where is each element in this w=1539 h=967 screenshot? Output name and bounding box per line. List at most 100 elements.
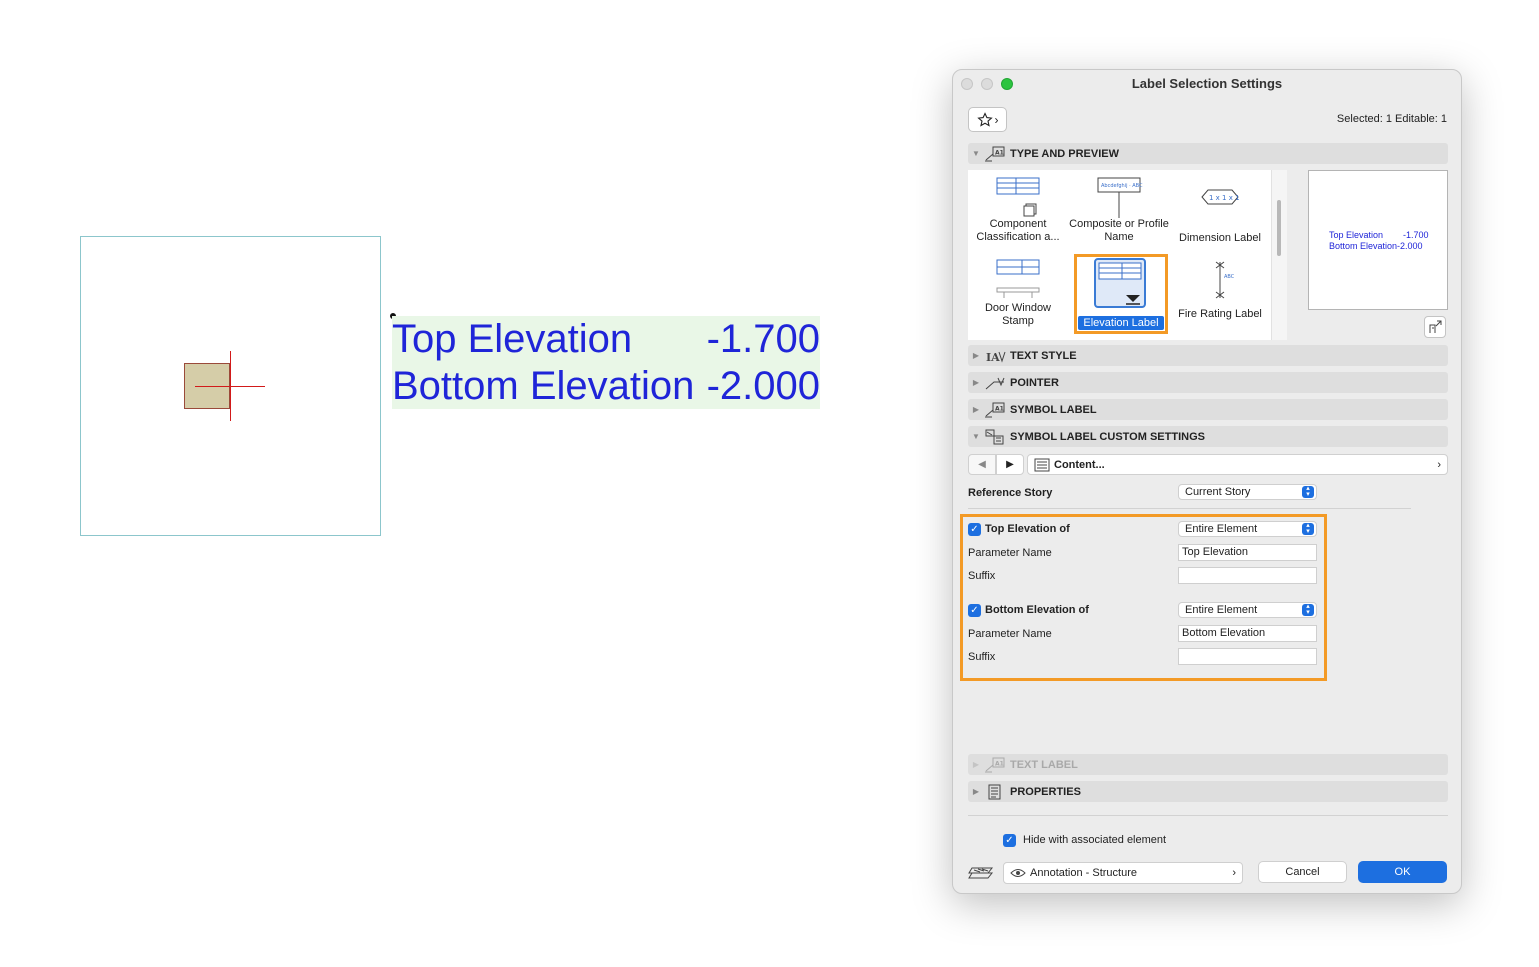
- disclosure-closed-icon: ▶: [972, 351, 980, 360]
- disclosure-open-icon: ▼: [972, 149, 980, 158]
- section-title: POINTER: [1010, 376, 1059, 389]
- top-parameter-name-input[interactable]: Top Elevation: [1178, 544, 1317, 561]
- top-elevation-checkbox[interactable]: ✓: [968, 523, 981, 536]
- svg-text:1 x 1 x 1: 1 x 1 x 1: [1209, 194, 1240, 202]
- crosshair-vertical-overlay: [230, 351, 231, 421]
- preview-options-button[interactable]: [1424, 316, 1446, 338]
- list-icon: [1034, 458, 1050, 471]
- preview-row: Bottom Elevation -2.000: [1329, 241, 1429, 252]
- popup-arrows-icon: ▴ ▾: [1302, 603, 1314, 616]
- top-elevation-scope-select[interactable]: Entire Element ▴ ▾: [1178, 521, 1317, 537]
- preview-row: Top Elevation -1.700: [1329, 230, 1429, 241]
- properties-icon: [988, 784, 1001, 799]
- plan-element-frame[interactable]: [80, 236, 381, 536]
- label-type-icon: A1: [985, 146, 1005, 161]
- svg-text:A1: A1: [995, 760, 1004, 767]
- section-pointer[interactable]: ▶ POINTER: [968, 372, 1448, 393]
- preview-row-name: Top Elevation: [1329, 230, 1384, 240]
- layer-select[interactable]: Annotation - Structure ›: [1003, 862, 1243, 884]
- dialog-titlebar[interactable]: Label Selection Settings: [953, 70, 1461, 98]
- label-selection-settings-dialog: Label Selection Settings › Selected: 1 E…: [952, 69, 1462, 894]
- disclosure-closed-icon: ▶: [972, 760, 980, 769]
- svg-text:A1: A1: [995, 149, 1004, 156]
- layer-icon: [968, 867, 994, 879]
- gallery-scrollbar[interactable]: [1277, 200, 1281, 256]
- divider: [968, 508, 1411, 509]
- disclosure-closed-icon: ▶: [972, 378, 980, 387]
- label-row-name: Top Elevation: [392, 317, 633, 361]
- dialog-title: Label Selection Settings: [1131, 76, 1283, 91]
- chevron-right-icon: ›: [1232, 867, 1236, 879]
- favorites-button[interactable]: ›: [968, 107, 1007, 132]
- checkmark-icon: ✓: [970, 524, 979, 535]
- pointer-icon: [985, 377, 1005, 389]
- bottom-suffix-label: Suffix: [968, 651, 996, 663]
- content-page-select[interactable]: Content... ›: [1027, 454, 1448, 475]
- top-parameter-name-label: Parameter Name: [968, 547, 1052, 559]
- elevation-label-thumbnail: [1098, 262, 1142, 305]
- elevation-label-on-canvas[interactable]: Top Elevation -1.700 Bottom Elevation -2…: [392, 316, 820, 409]
- section-title: SYMBOL LABEL: [1010, 403, 1097, 416]
- reference-story-value: Current Story: [1185, 486, 1251, 498]
- svg-text:Abcdefghij · ABC: Abcdefghij · ABC: [1101, 183, 1143, 189]
- type-dimension-label[interactable]: 1 x 1 x 1 Dimension Label: [1170, 176, 1270, 245]
- bottom-elevation-scope-select[interactable]: Entire Element ▴ ▾: [1178, 602, 1317, 618]
- popup-arrows-icon: ▴ ▾: [1302, 485, 1314, 498]
- bottom-elevation-label: Bottom Elevation of: [985, 604, 1089, 616]
- section-title: TEXT STYLE: [1010, 349, 1077, 362]
- ok-button[interactable]: OK: [1358, 861, 1447, 883]
- type-label: Door Window Stamp: [984, 302, 1052, 327]
- cancel-button[interactable]: Cancel: [1258, 861, 1347, 883]
- top-elevation-scope-value: Entire Element: [1185, 523, 1258, 535]
- section-type-and-preview[interactable]: ▼ A1 TYPE AND PREVIEW: [968, 143, 1448, 164]
- star-icon: [976, 111, 993, 127]
- section-title: SYMBOL LABEL CUSTOM SETTINGS: [1010, 430, 1205, 443]
- bottom-suffix-input[interactable]: [1178, 648, 1317, 665]
- type-label: Composite or Profile Name: [1069, 218, 1169, 243]
- eye-icon: [1010, 869, 1026, 877]
- type-label-selected[interactable]: Elevation Label: [1078, 316, 1164, 330]
- divider: [968, 815, 1448, 816]
- fire-rating-thumbnail: ABC: [1215, 261, 1235, 299]
- custom-settings-icon: [985, 429, 1004, 444]
- triangle-right-icon: ▶: [1006, 459, 1014, 470]
- type-composite-or-profile-name[interactable]: Abcdefghij · ABC Composite or Profile Na…: [1069, 176, 1169, 244]
- svg-text:ABC: ABC: [1224, 274, 1235, 280]
- section-text-style[interactable]: ▶ IA TEXT STYLE: [968, 345, 1448, 366]
- next-page-button[interactable]: ▶: [996, 454, 1024, 475]
- reference-story-label: Reference Story: [968, 487, 1053, 499]
- section-title: TEXT LABEL: [1010, 758, 1078, 771]
- preview-row-name: Bottom Elevation: [1329, 241, 1398, 251]
- chevron-right-icon: ›: [994, 112, 999, 127]
- section-properties[interactable]: ▶ PROPERTIES: [968, 781, 1448, 802]
- type-label: Component Classification a...: [976, 218, 1060, 243]
- layer-value: Annotation - Structure: [1030, 867, 1138, 879]
- hide-with-element-checkbox[interactable]: ✓: [1003, 834, 1016, 847]
- bottom-parameter-name-input[interactable]: Bottom Elevation: [1178, 625, 1317, 642]
- section-symbol-label[interactable]: ▶ A1 SYMBOL LABEL: [968, 399, 1448, 420]
- label-row-name: Bottom Elevation: [392, 364, 695, 408]
- triangle-left-icon: ◀: [978, 459, 986, 470]
- type-component-classification[interactable]: Component Classification a...: [968, 176, 1068, 244]
- type-fire-rating-label[interactable]: ABC Fire Rating Label: [1170, 258, 1270, 321]
- bottom-elevation-checkbox[interactable]: ✓: [968, 604, 981, 617]
- label-row-value: -1.700: [706, 317, 820, 361]
- type-door-window-stamp[interactable]: Door Window Stamp: [968, 258, 1068, 328]
- reference-story-select[interactable]: Current Story ▴ ▾: [1178, 484, 1317, 500]
- type-elevation-label[interactable]: [1094, 258, 1146, 308]
- type-label: Dimension Label: [1179, 232, 1261, 244]
- text-label-icon: A1: [985, 757, 1005, 772]
- section-title: PROPERTIES: [1010, 785, 1081, 798]
- preview-row-value: -1.700: [1403, 230, 1429, 240]
- preview-row-value: -2.000: [1397, 241, 1423, 251]
- label-preview: Top Elevation -1.700 Bottom Elevation -2…: [1308, 170, 1448, 310]
- preview-options-icon: [1429, 320, 1442, 333]
- popup-arrows-icon: ▴ ▾: [1302, 522, 1314, 535]
- previous-page-button[interactable]: ◀: [968, 454, 996, 475]
- section-symbol-label-custom-settings[interactable]: ▼ SYMBOL LABEL CUSTOM SETTINGS: [968, 426, 1448, 447]
- top-suffix-input[interactable]: [1178, 567, 1317, 584]
- svg-text:IA: IA: [986, 351, 1000, 364]
- label-row-top: Top Elevation -1.700: [392, 316, 820, 363]
- bottom-parameter-name-label: Parameter Name: [968, 628, 1052, 640]
- text-style-icon: IA: [986, 351, 1006, 364]
